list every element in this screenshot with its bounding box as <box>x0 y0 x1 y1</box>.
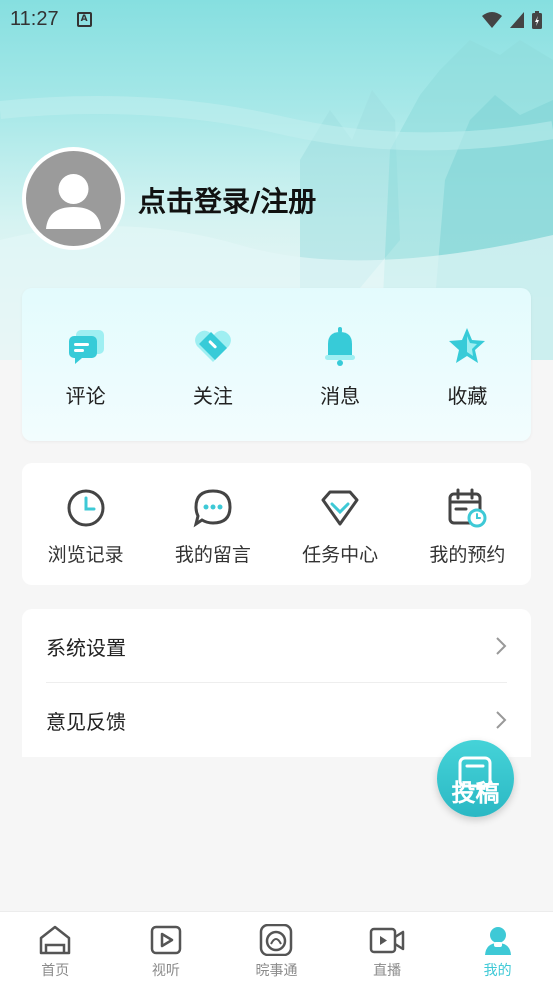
play-icon <box>150 925 182 955</box>
quick-action-comment[interactable]: 评论 <box>22 288 149 441</box>
user-icon <box>484 927 511 955</box>
quick-action-label: 消息 <box>320 384 361 408</box>
battery-icon <box>532 11 542 29</box>
status-time: 11:27 <box>10 7 59 30</box>
bell-icon <box>325 327 356 366</box>
quick-actions-card: 评论 关注 消息 收藏 <box>22 288 531 441</box>
tab-mine[interactable]: 我的 <box>442 912 553 984</box>
login-register-link[interactable]: 点击登录/注册 <box>138 180 316 220</box>
settings-row-system[interactable]: 系统设置 <box>22 609 531 683</box>
star-icon <box>449 328 486 363</box>
service-icon <box>260 924 293 956</box>
tab-label: 直播 <box>373 963 402 979</box>
tab-label: 我的 <box>483 963 512 979</box>
chevron-right-icon <box>496 637 507 655</box>
chevron-right-icon <box>496 711 507 729</box>
service-label: 我的预约 <box>429 544 506 566</box>
service-browse-history[interactable]: 浏览记录 <box>22 463 149 585</box>
tab-service[interactable]: 晥事通 <box>221 912 332 984</box>
tab-label: 视听 <box>151 963 180 979</box>
services-card: 浏览记录 我的留言 任务中心 我的预约 <box>22 463 531 585</box>
status-bar: 11:27 A <box>0 0 553 38</box>
service-my-messages[interactable]: 我的留言 <box>149 463 276 585</box>
quick-action-follow[interactable]: 关注 <box>149 288 276 441</box>
service-label: 任务中心 <box>302 544 379 566</box>
clock-icon <box>67 489 105 527</box>
tab-label: 首页 <box>41 963 70 979</box>
avatar[interactable] <box>22 147 125 250</box>
bottom-tab-bar: 首页 视听 晥事通 直播 我的 <box>0 911 553 984</box>
comment-icon <box>68 330 104 364</box>
quick-action-label: 关注 <box>192 384 233 408</box>
service-label: 我的留言 <box>174 544 251 566</box>
follow-icon <box>194 330 231 362</box>
default-avatar-icon <box>46 174 101 229</box>
home-icon <box>40 925 71 955</box>
status-icons <box>481 10 543 30</box>
calendar-icon <box>448 488 487 528</box>
quick-action-label: 收藏 <box>447 384 488 408</box>
submit-label: 投稿 <box>451 779 500 807</box>
signal-icon <box>510 12 524 28</box>
service-my-appointments[interactable]: 我的预约 <box>404 463 531 585</box>
service-label: 浏览记录 <box>47 544 124 566</box>
tab-live[interactable]: 直播 <box>332 912 443 984</box>
settings-list: 系统设置 意见反馈 <box>22 609 531 757</box>
quick-action-message[interactable]: 消息 <box>277 288 404 441</box>
submit-post-button[interactable]: 投稿 <box>437 740 514 817</box>
settings-row-label: 意见反馈 <box>46 709 126 734</box>
tab-label: 晥事通 <box>255 963 298 979</box>
quick-action-favorite[interactable]: 收藏 <box>404 288 531 441</box>
notification-icon: A <box>76 11 92 27</box>
live-icon <box>369 927 405 954</box>
settings-row-label: 系统设置 <box>46 635 126 660</box>
quick-action-label: 评论 <box>65 384 106 408</box>
diamond-icon <box>321 490 359 526</box>
tab-video[interactable]: 视听 <box>111 912 222 984</box>
service-task-center[interactable]: 任务中心 <box>277 463 404 585</box>
tab-home[interactable]: 首页 <box>0 912 111 984</box>
chat-icon <box>193 489 232 528</box>
wifi-icon <box>482 12 502 28</box>
